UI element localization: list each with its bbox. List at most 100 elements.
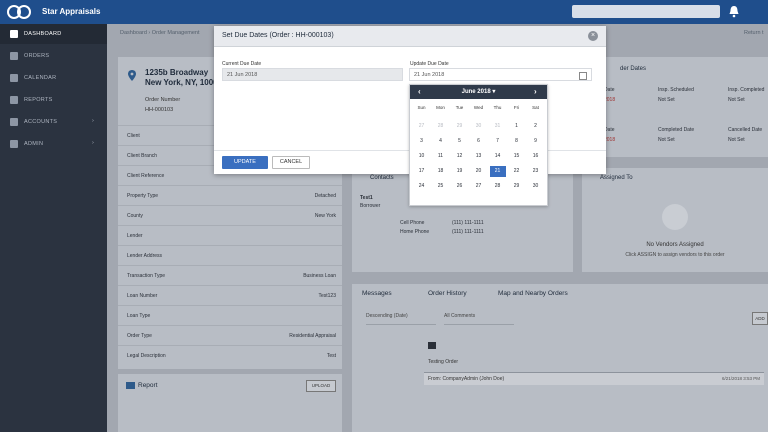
calendar-day[interactable]: 23 xyxy=(528,166,544,177)
calendar-day[interactable]: 30 xyxy=(471,121,487,132)
sort-select[interactable]: Descending (Date) xyxy=(366,313,436,325)
return-link[interactable]: Return t xyxy=(744,30,764,36)
calendar-day[interactable]: 5 xyxy=(452,136,468,147)
field-value: Residential Appraisal xyxy=(289,333,336,339)
sidebar-item-orders[interactable]: ORDERS xyxy=(0,46,107,66)
update-due-date-input[interactable]: 21 Jun 2018 xyxy=(409,68,592,81)
calendar-day[interactable]: 19 xyxy=(452,166,468,177)
message-from: From: CompanyAdmin (John Doe) xyxy=(428,376,505,382)
calendar-day[interactable]: 25 xyxy=(433,181,449,192)
month-year-select[interactable]: June 2018 ▾ xyxy=(410,88,547,95)
cancel-button[interactable]: CANCEL xyxy=(272,156,310,169)
next-month-icon[interactable]: › xyxy=(534,87,537,96)
tab-messages[interactable]: Messages xyxy=(362,290,392,297)
update-button[interactable]: UPDATE xyxy=(222,156,268,169)
calendar-day[interactable]: 3 xyxy=(414,136,430,147)
breadcrumb[interactable]: Dashboard › Order Management xyxy=(120,30,199,36)
sidebar-item-dashboard[interactable]: DASHBOARD xyxy=(0,24,107,44)
calendar-day[interactable]: 13 xyxy=(471,151,487,162)
add-message-button[interactable]: ADD xyxy=(752,312,768,325)
calendar-day[interactable]: 1 xyxy=(509,121,525,132)
sidebar-item-reports[interactable]: REPORTS xyxy=(0,90,107,110)
calendar-day[interactable]: 21 xyxy=(489,166,506,177)
calendar-day[interactable]: 28 xyxy=(433,121,449,132)
tab-order-history[interactable]: Order History xyxy=(428,290,467,297)
cancelled-date-label: Cancelled Date xyxy=(728,127,763,133)
calendar-day[interactable]: 26 xyxy=(452,181,468,192)
home-phone-value: (111) 111-1111 xyxy=(452,229,484,235)
field-row: Lender xyxy=(118,225,342,246)
sidebar-item-accounts[interactable]: ACCOUNTS › xyxy=(0,112,107,132)
order-number-label: Order Number xyxy=(145,97,181,103)
current-due-date-label: Current Due Date xyxy=(222,61,262,67)
insp-completed-label: Insp. Completed xyxy=(728,87,765,93)
field-row: Loan Type xyxy=(118,305,342,326)
calendar-day[interactable]: 11 xyxy=(433,151,449,162)
calendar-day[interactable]: 15 xyxy=(509,151,525,162)
calendar-day[interactable]: 27 xyxy=(414,121,430,132)
calendar-day[interactable]: 24 xyxy=(414,181,430,192)
message-text: Testing Order xyxy=(428,359,459,365)
assign-hint: Click ASSIGN to assign vendors to this o… xyxy=(625,252,725,258)
calendar-day[interactable]: 10 xyxy=(414,151,430,162)
admin-icon xyxy=(10,140,18,148)
calendar-day[interactable]: 29 xyxy=(509,181,525,192)
calendar-day[interactable]: 28 xyxy=(490,181,506,192)
no-vendors-text: No Vendors Assigned xyxy=(646,242,704,248)
sidebar-item-label: ACCOUNTS xyxy=(24,119,58,125)
update-due-date-value: 21 Jun 2018 xyxy=(414,72,445,78)
calendar-day[interactable]: 18 xyxy=(433,166,449,177)
calendar-day[interactable]: 22 xyxy=(509,166,525,177)
contact-name: Test1 xyxy=(360,195,373,201)
calendar-day[interactable]: 7 xyxy=(490,136,506,147)
calendar-day[interactable]: 2 xyxy=(528,121,544,132)
field-label: County xyxy=(127,213,143,219)
calendar-day[interactable]: 6 xyxy=(471,136,487,147)
contact-role: Borrower xyxy=(360,203,381,209)
calendar-day[interactable]: 29 xyxy=(452,121,468,132)
calendar-day[interactable]: 20 xyxy=(471,166,487,177)
tab-map[interactable]: Map and Nearby Orders xyxy=(498,290,568,297)
top-bar: Star Appraisals xyxy=(0,0,768,24)
search-input[interactable] xyxy=(572,5,720,18)
calendar-day[interactable]: 31 xyxy=(490,121,506,132)
weekday-label: Fri xyxy=(513,105,520,110)
field-row: Lender Address xyxy=(118,245,342,266)
order-dates-title: der Dates xyxy=(620,66,647,72)
sidebar-item-calendar[interactable]: CALENDAR xyxy=(0,68,107,88)
calendar-icon[interactable] xyxy=(579,72,587,80)
bell-icon[interactable] xyxy=(728,5,740,18)
address-line-1: 1235b Broadway xyxy=(145,68,209,77)
calendar-day[interactable]: 14 xyxy=(490,151,506,162)
dashboard-icon xyxy=(10,30,18,38)
logo-icon xyxy=(7,5,31,19)
sidebar-item-label: ORDERS xyxy=(24,53,50,59)
calendar-day[interactable]: 9 xyxy=(528,136,544,147)
cell-phone-value: (111) 111-1111 xyxy=(452,220,484,226)
upload-button[interactable]: UPLOAD xyxy=(306,380,336,392)
comment-icon xyxy=(428,342,436,349)
date-picker-header: ‹ June 2018 ▾ › xyxy=(410,85,547,99)
calendar-day[interactable]: 27 xyxy=(471,181,487,192)
contacts-title: Contacts xyxy=(370,175,394,181)
weekday-label: Sun xyxy=(417,105,426,110)
calendar-day[interactable]: 16 xyxy=(528,151,544,162)
close-icon[interactable]: × xyxy=(588,31,598,41)
update-due-date-label: Update Due Date xyxy=(410,61,449,67)
calendar-day[interactable]: 12 xyxy=(452,151,468,162)
field-value: Detached xyxy=(314,193,336,199)
sidebar-item-admin[interactable]: ADMIN › xyxy=(0,134,107,154)
calendar-day[interactable]: 30 xyxy=(528,181,544,192)
accounts-icon xyxy=(10,118,18,126)
calendar-day[interactable]: 8 xyxy=(509,136,525,147)
calendar-day[interactable]: 4 xyxy=(433,136,449,147)
field-label: Transaction Type xyxy=(127,273,166,279)
filter-select[interactable]: All Comments xyxy=(444,313,514,325)
field-row: Property Type Detached xyxy=(118,185,342,206)
field-row: Legal Description Test xyxy=(118,345,342,366)
modal-title: Set Due Dates (Order : HH-000103) xyxy=(222,32,334,39)
field-row: Transaction Type Business Loan xyxy=(118,265,342,286)
calendar-day[interactable]: 17 xyxy=(414,166,430,177)
field-value: New York xyxy=(314,213,336,219)
current-due-date-value: 21 Jun 2018 xyxy=(227,72,258,78)
